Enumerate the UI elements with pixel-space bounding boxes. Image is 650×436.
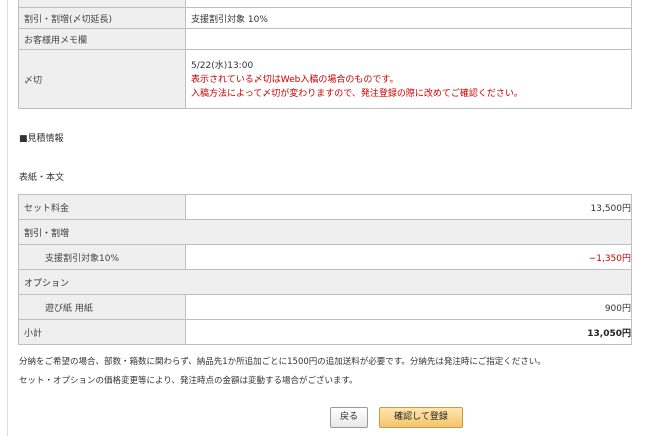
insert-paper-value: 900円 (185, 294, 632, 320)
deadline-note-method: 入稿方法によって〆切が変わりますので、発注登録の際に改めてご確認ください。 (191, 89, 523, 99)
memo-label: お客様用メモ欄 (18, 28, 186, 50)
support-discount-label: 支援割引対象10% (18, 244, 186, 270)
subtotal-value: 13,050円 (185, 319, 632, 345)
back-button[interactable]: 戻る (330, 407, 368, 428)
set-price-label: セット料金 (18, 194, 186, 220)
table-row: オプション (18, 269, 632, 295)
discount-section-label: 割引・割増 (18, 219, 632, 245)
top-cut-value (185, 0, 632, 8)
set-price-value: 13,500円 (185, 194, 632, 220)
table-row: 遊び紙 用紙 900円 (18, 294, 632, 320)
table-row: 〆切 5/22(水)13:00 表示されている〆切はWeb入稿の場合のものです。… (18, 49, 632, 109)
memo-field[interactable] (185, 28, 632, 50)
estimate-heading: ■見積情報 (19, 134, 64, 144)
confirm-register-button[interactable]: 確認して登録 (379, 407, 463, 428)
estimate-table: セット料金 13,500円 割引・割増 支援割引対象10% −1,350円 オプ… (18, 194, 632, 345)
deadline-value: 5/22(水)13:00 表示されている〆切はWeb入稿の場合のものです。 入稿… (185, 49, 632, 109)
split-delivery-note: 分納をご希望の場合、部数・箱数に関わらず、納品先1か所追加ごとに1500円の追加… (19, 357, 546, 367)
price-change-note: セット・オプションの価格変更等により、発注時点の金額は変動する場合がございます。 (19, 376, 358, 386)
order-info-table: 割引・割増(〆切延長) 支援割引対象 10% お客様用メモ欄 〆切 5/22(水… (18, 0, 632, 109)
deadline-date: 5/22(水)13:00 (191, 61, 254, 71)
estimate-subheading: 表紙・本文 (19, 173, 65, 183)
table-row: 小計 13,050円 (18, 319, 632, 345)
deadline-note-web: 表示されている〆切はWeb入稿の場合のものです。 (191, 75, 399, 85)
subtotal-label: 小計 (18, 319, 186, 345)
order-confirm-page: 割引・割増(〆切延長) 支援割引対象 10% お客様用メモ欄 〆切 5/22(水… (0, 0, 650, 436)
table-row (18, 0, 632, 8)
deadline-label: 〆切 (18, 49, 186, 109)
options-section-label: オプション (18, 269, 632, 295)
top-cut-label (18, 0, 186, 8)
insert-paper-label: 遊び紙 用紙 (18, 294, 186, 320)
discount-label: 割引・割増(〆切延長) (18, 7, 186, 29)
table-row: セット料金 13,500円 (18, 194, 632, 220)
support-discount-value: −1,350円 (185, 244, 632, 270)
table-row: 支援割引対象10% −1,350円 (18, 244, 632, 270)
discount-value: 支援割引対象 10% (185, 7, 632, 29)
table-row: 割引・割増(〆切延長) 支援割引対象 10% (18, 7, 632, 29)
table-row: お客様用メモ欄 (18, 28, 632, 50)
left-border (7, 0, 8, 436)
table-row: 割引・割増 (18, 219, 632, 245)
